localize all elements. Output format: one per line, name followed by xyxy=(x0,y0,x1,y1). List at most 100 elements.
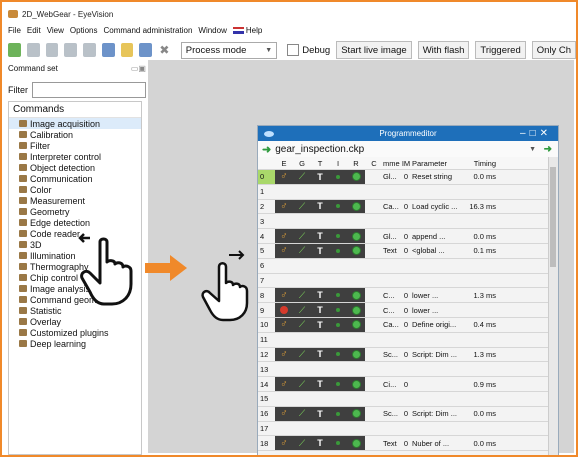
command-item[interactable]: Communication xyxy=(9,173,141,184)
table-row[interactable]: 14 ♂ ⟋ T Ci... 0 0.9 ms xyxy=(258,377,548,392)
result-cell[interactable] xyxy=(347,317,365,332)
input-cell[interactable] xyxy=(329,303,347,317)
graphics-cell[interactable]: ⟋ xyxy=(293,303,311,317)
window-controls[interactable]: –□✕ xyxy=(520,128,552,139)
graphics-cell[interactable]: ⟋ xyxy=(293,170,311,184)
command-item[interactable]: Image acquisition xyxy=(9,118,141,129)
with-flash-button[interactable]: With flash xyxy=(417,41,470,59)
enable-cell[interactable]: ♂ xyxy=(275,406,293,421)
input-cell[interactable] xyxy=(329,377,347,391)
only-changes-button[interactable]: Only Ch xyxy=(531,41,576,59)
table-row[interactable]: 2 ♂ ⟋ T Ca... 0 Load cyclic ... 16.3 ms xyxy=(258,199,548,215)
input-cell[interactable] xyxy=(329,317,347,332)
command-item[interactable]: Chip control xyxy=(9,272,141,283)
mode-select[interactable]: Process mode ▼ xyxy=(180,41,278,59)
enable-cell[interactable]: ♂ xyxy=(275,170,293,184)
menu-edit[interactable]: Edit xyxy=(27,26,41,35)
enable-cell[interactable]: ♂ xyxy=(275,243,293,258)
text-cell[interactable]: T xyxy=(311,317,329,332)
camera-icon[interactable] xyxy=(139,43,152,57)
open-icon[interactable] xyxy=(26,43,40,57)
command-item[interactable]: Edge detection xyxy=(9,217,141,228)
command-item[interactable]: Color xyxy=(9,184,141,195)
result-cell[interactable] xyxy=(347,243,365,258)
debug-checkbox[interactable] xyxy=(287,44,300,56)
input-cell[interactable] xyxy=(329,347,347,362)
command-item[interactable]: Geometry xyxy=(9,206,141,217)
text-cell[interactable]: T xyxy=(311,347,329,362)
result-cell[interactable] xyxy=(347,288,365,303)
folder-icon[interactable] xyxy=(120,43,134,57)
graphics-cell[interactable]: ⟋ xyxy=(293,199,311,214)
input-cell[interactable] xyxy=(329,288,347,303)
copy-icon[interactable] xyxy=(64,43,77,57)
text-cell[interactable]: T xyxy=(311,303,329,317)
debug-toggle[interactable]: Debug xyxy=(287,44,330,56)
menu-help[interactable]: Help xyxy=(232,26,262,35)
input-cell[interactable] xyxy=(329,229,347,243)
enable-cell[interactable]: ♂ xyxy=(275,229,293,243)
command-item[interactable]: Measurement xyxy=(9,195,141,206)
graphics-cell[interactable]: ⟋ xyxy=(293,377,311,391)
enable-cell[interactable]: ♂ xyxy=(275,199,293,214)
result-cell[interactable] xyxy=(347,377,365,391)
graphics-cell[interactable]: ⟋ xyxy=(293,243,311,258)
new-file-icon[interactable] xyxy=(8,43,21,57)
graphics-cell[interactable]: ⟋ xyxy=(293,229,311,243)
command-item[interactable]: Illumination xyxy=(9,250,141,261)
menu-file[interactable]: File xyxy=(8,26,21,35)
enable-cell[interactable]: ♂ xyxy=(275,377,293,391)
table-row[interactable]: 4 ♂ ⟋ T Gl... 0 append ... 0.0 ms xyxy=(258,229,548,244)
command-item[interactable]: Customized plugins xyxy=(9,327,141,338)
table-row[interactable]: 18 ♂ ⟋ T Text 0 Nuber of ... 0.0 ms xyxy=(258,436,548,452)
result-cell[interactable] xyxy=(347,436,365,451)
text-cell[interactable]: T xyxy=(311,377,329,391)
table-row[interactable]: 6 xyxy=(258,259,548,274)
enable-cell[interactable]: ♂ xyxy=(275,288,293,303)
text-cell[interactable]: T xyxy=(311,199,329,214)
start-live-image-button[interactable]: Start live image xyxy=(336,41,412,59)
command-item[interactable]: Command geometry xyxy=(9,294,141,305)
graphics-cell[interactable]: ⟋ xyxy=(293,436,311,451)
table-row[interactable]: 8 ♂ ⟋ T C... 0 lower ... 1.3 ms xyxy=(258,288,548,304)
command-item[interactable]: Interpreter control xyxy=(9,151,141,162)
input-cell[interactable] xyxy=(329,170,347,184)
input-cell[interactable] xyxy=(329,406,347,421)
filter-input[interactable] xyxy=(32,82,146,98)
enable-cell[interactable]: ♂ xyxy=(275,347,293,362)
command-item[interactable]: Object detection xyxy=(9,162,141,173)
save-icon[interactable] xyxy=(45,43,59,57)
command-item[interactable]: Calibration xyxy=(9,129,141,140)
table-row[interactable]: 0 ♂ ⟋ T Gl... 0 Reset string 0.0 ms xyxy=(258,170,548,185)
table-row[interactable]: 15 xyxy=(258,392,548,407)
graphics-cell[interactable]: ⟋ xyxy=(293,406,311,421)
text-cell[interactable]: T xyxy=(311,229,329,243)
enable-cell[interactable]: ♂ xyxy=(275,436,293,451)
text-cell[interactable]: T xyxy=(311,436,329,451)
menu-command-administration[interactable]: Command administration xyxy=(103,26,192,35)
table-row[interactable]: 12 ♂ ⟋ T Sc... 0 Script: Dim ... 1.3 ms xyxy=(258,347,548,363)
command-item[interactable]: Code reader xyxy=(9,228,141,239)
enable-cell[interactable]: ♂ xyxy=(275,317,293,332)
result-cell[interactable] xyxy=(347,347,365,362)
command-item[interactable]: Thermography xyxy=(9,261,141,272)
graphics-cell[interactable]: ⟋ xyxy=(293,288,311,303)
triggered-button[interactable]: Triggered xyxy=(475,41,526,59)
result-cell[interactable] xyxy=(347,406,365,421)
table-row[interactable]: 10 ♂ ⟋ T Ca... 0 Define origi... 0.4 ms xyxy=(258,317,548,333)
result-cell[interactable] xyxy=(347,199,365,214)
scrollbar-thumb[interactable] xyxy=(550,167,556,267)
text-cell[interactable]: T xyxy=(311,170,329,184)
table-row[interactable]: 5 ♂ ⟋ T Text 0 <global ... 0.1 ms xyxy=(258,243,548,259)
enable-cell[interactable] xyxy=(275,303,293,317)
command-item[interactable]: Image analysis xyxy=(9,283,141,294)
text-cell[interactable]: T xyxy=(311,406,329,421)
menu-view[interactable]: View xyxy=(47,26,64,35)
table-row[interactable]: 16 ♂ ⟋ T Sc... 0 Script: Dim ... 0.0 ms xyxy=(258,406,548,422)
result-cell[interactable] xyxy=(347,303,365,317)
input-cell[interactable] xyxy=(329,199,347,214)
window-icon[interactable] xyxy=(101,43,115,57)
command-item[interactable]: Statistic xyxy=(9,305,141,316)
table-row[interactable]: 13 xyxy=(258,362,548,378)
text-cell[interactable]: T xyxy=(311,243,329,258)
